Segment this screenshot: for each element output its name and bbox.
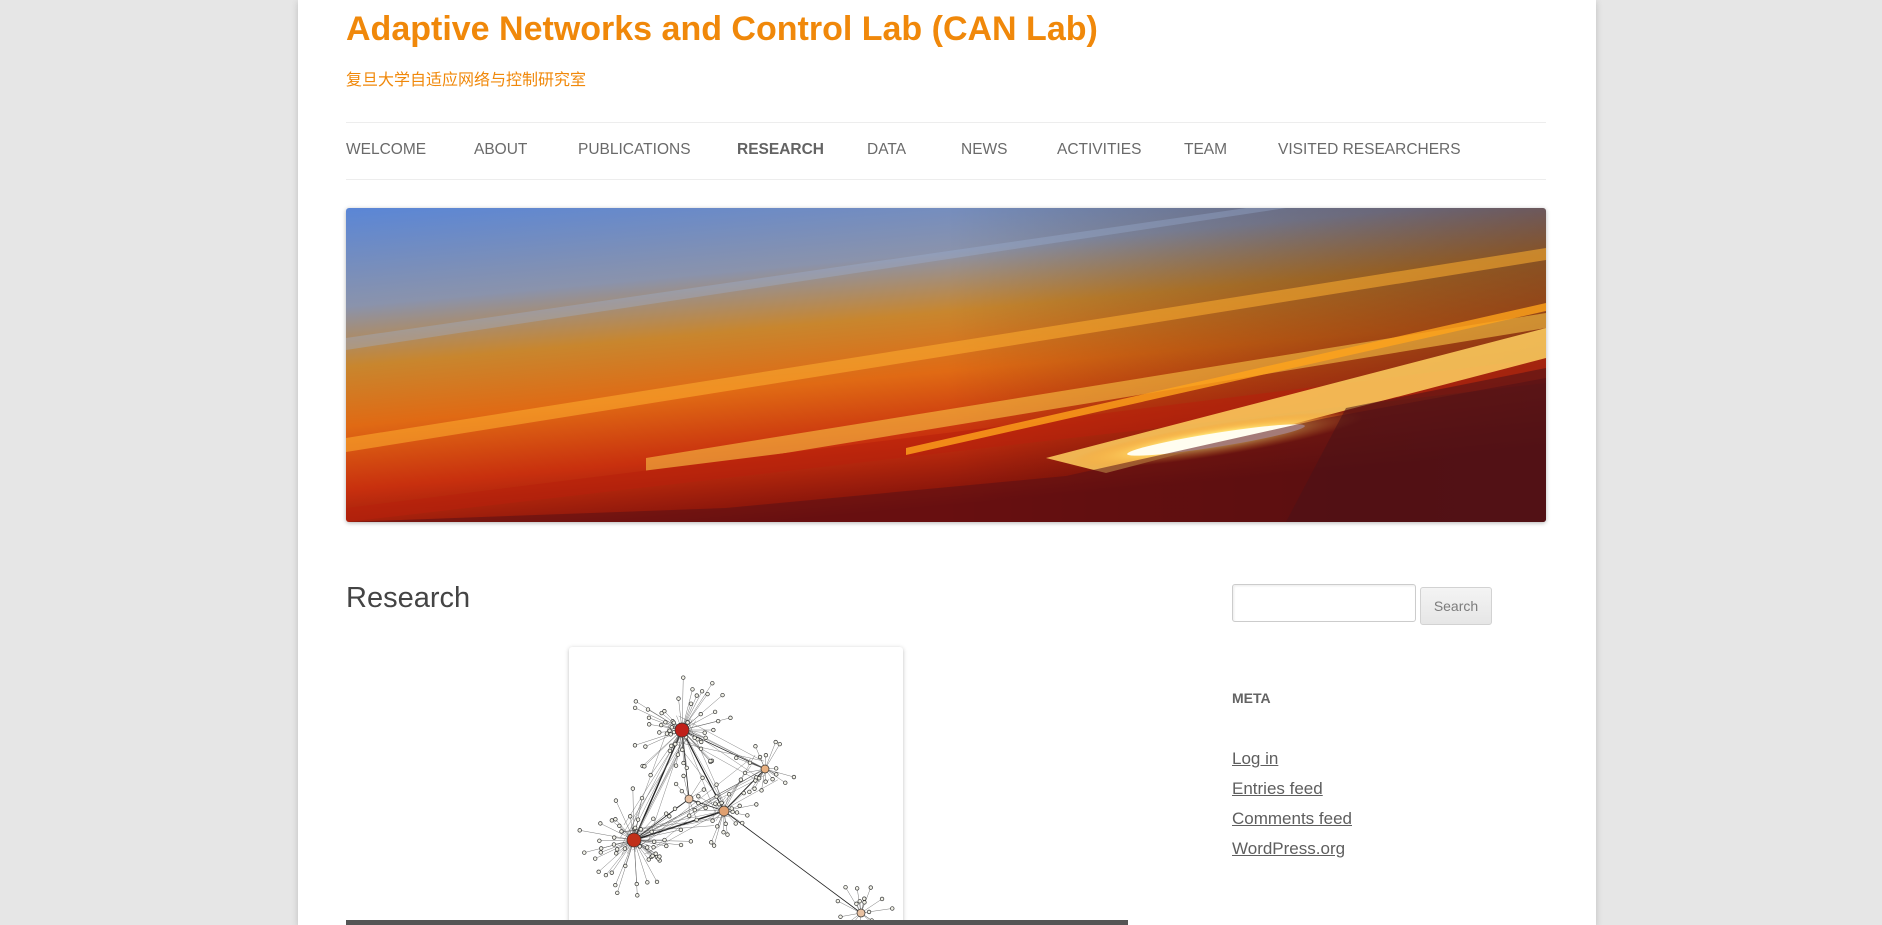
nav-item-activities[interactable]: ACTIVITIES (1057, 141, 1141, 159)
search-button[interactable]: Search (1420, 587, 1492, 625)
nav-item-publications[interactable]: PUBLICATIONS (578, 141, 691, 159)
nav-item-welcome[interactable]: WELCOME (346, 141, 426, 159)
nav-item-news[interactable]: NEWS (961, 141, 1008, 159)
entries-feed-link[interactable]: Entries feed (1232, 779, 1323, 798)
page-container: Adaptive Networks and Control Lab (CAN L… (298, 0, 1596, 925)
content-divider-bar (346, 920, 1128, 925)
site-description: 复旦大学自适应网络与控制研究室 (346, 72, 587, 89)
page-title: Research (346, 582, 471, 614)
header-banner-image (346, 208, 1546, 522)
nav-item-data[interactable]: DATA (867, 141, 906, 159)
main-navigation: WELCOME ABOUT PUBLICATIONS RESEARCH DATA… (346, 122, 1546, 180)
nav-item-research[interactable]: RESEARCH (737, 141, 824, 159)
list-item: WordPress.org (1232, 836, 1352, 866)
network-graph-image (569, 647, 903, 925)
search-input[interactable] (1232, 584, 1416, 622)
list-item: Log in (1232, 746, 1352, 776)
list-item: Comments feed (1232, 806, 1352, 836)
nav-item-visited-researchers[interactable]: VISITED RESEARCHERS (1278, 141, 1461, 159)
log-in-link[interactable]: Log in (1232, 749, 1278, 768)
meta-links-list: Log in Entries feed Comments feed WordPr… (1232, 746, 1352, 866)
nav-item-about[interactable]: ABOUT (474, 141, 527, 159)
nav-item-team[interactable]: TEAM (1184, 141, 1227, 159)
site-title-link[interactable]: Adaptive Networks and Control Lab (CAN L… (346, 10, 1098, 49)
meta-widget-title: META (1232, 690, 1271, 706)
wordpress-org-link[interactable]: WordPress.org (1232, 839, 1345, 858)
list-item: Entries feed (1232, 776, 1352, 806)
comments-feed-link[interactable]: Comments feed (1232, 809, 1352, 828)
